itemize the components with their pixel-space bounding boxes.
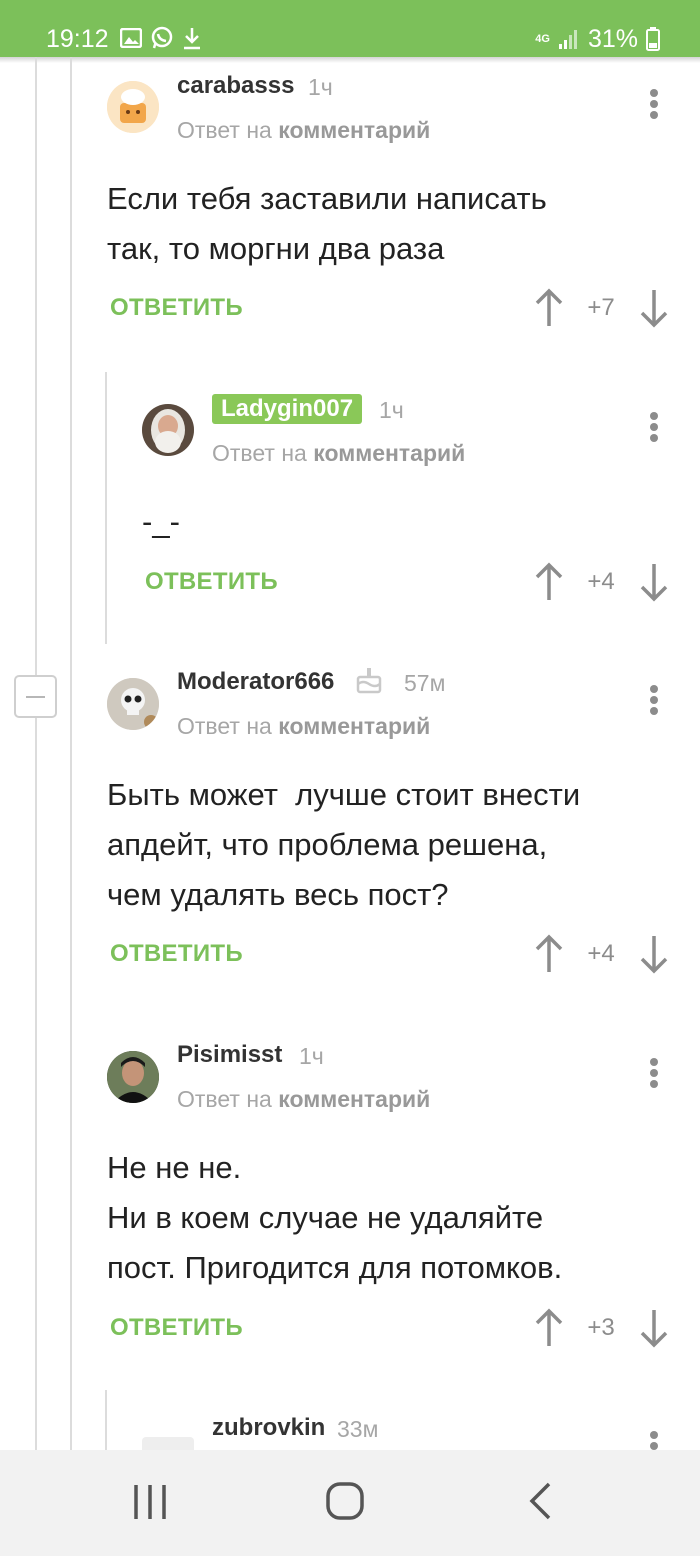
download-icon	[184, 28, 200, 50]
reply-prefix: Ответ на	[212, 440, 307, 466]
more-options-icon[interactable]	[644, 407, 664, 447]
comment-line: апдейт, что проблема решена,	[107, 827, 548, 862]
avatar[interactable]	[107, 81, 159, 133]
comment-time: 57м	[404, 670, 446, 696]
comment-text: Если тебя заставили написать так, то мор…	[107, 174, 547, 274]
reply-target-link[interactable]: комментарий	[278, 713, 430, 739]
reply-button[interactable]: ОТВЕТИТЬ	[145, 567, 278, 597]
avatar-image	[107, 678, 159, 730]
back-icon[interactable]	[516, 1480, 566, 1524]
battery-icon	[646, 27, 660, 51]
status-icons	[120, 26, 202, 50]
comment-line: пост. Пригодится для потомков.	[107, 1250, 563, 1285]
upvote-arrow-icon[interactable]	[534, 288, 564, 328]
reply-to-label: Ответ на комментарий	[177, 1084, 430, 1114]
more-options-icon[interactable]	[644, 1426, 664, 1450]
downvote-arrow-icon[interactable]	[639, 934, 669, 974]
thread-line-inner	[70, 57, 72, 1450]
comment-time: 33м	[337, 1416, 379, 1442]
comment-line: чем удалять весь пост?	[107, 877, 449, 912]
home-icon[interactable]	[320, 1480, 370, 1524]
avatar-image	[107, 1051, 159, 1103]
avatar-image	[107, 81, 159, 133]
status-bar: 19:12 4G 31%	[0, 0, 700, 57]
author-name[interactable]: carabasss	[177, 71, 294, 101]
comment-time: 1ч	[308, 74, 333, 100]
network-type: 4G	[535, 33, 550, 45]
reply-target-link[interactable]: комментарий	[278, 117, 430, 143]
thread-line-reply-2	[105, 1390, 107, 1450]
avatar[interactable]	[107, 678, 159, 730]
comment-time: 1ч	[379, 397, 404, 423]
downvote-arrow-icon[interactable]	[639, 1308, 669, 1348]
reply-prefix: Ответ на	[177, 1086, 272, 1112]
author-name[interactable]: Pisimisst	[177, 1040, 282, 1070]
comment-text: Не не не. Ни в коем случае не удаляйте п…	[107, 1143, 562, 1293]
thread-line-reply	[105, 372, 107, 644]
thread-line-outer-lower	[35, 718, 37, 1450]
collapse-thread-button[interactable]	[14, 675, 57, 718]
reply-to-label: Ответ на комментарий	[177, 115, 430, 145]
comment-score: +7	[587, 294, 615, 321]
more-options-icon[interactable]	[644, 1053, 664, 1093]
comment-line: Быть может лучше стоит внести	[107, 777, 581, 812]
status-bar-shadow	[0, 57, 700, 63]
avatar[interactable]	[107, 1051, 159, 1103]
gallery-icon	[120, 28, 142, 48]
comment-score: +3	[587, 1314, 615, 1341]
comment-line: Не не не.	[107, 1150, 242, 1185]
comment-score: +4	[587, 940, 615, 967]
upvote-arrow-icon[interactable]	[534, 1308, 564, 1348]
reply-button[interactable]: ОТВЕТИТЬ	[110, 939, 243, 969]
upvote-arrow-icon[interactable]	[534, 562, 564, 602]
comment-line: Ни в коем случае не удаляйте	[107, 1200, 544, 1235]
signal-icon	[558, 30, 577, 49]
upvote-arrow-icon[interactable]	[534, 934, 564, 974]
reply-to-label: Ответ на комментарий	[177, 711, 430, 741]
reply-target-link[interactable]: комментарий	[278, 1086, 430, 1112]
battery-percent: 31%	[587, 25, 638, 53]
comment-text: Быть может лучше стоит внести апдейт, чт…	[107, 770, 580, 920]
downvote-arrow-icon[interactable]	[639, 562, 669, 602]
reply-to-label: Ответ на комментарий	[212, 438, 465, 468]
cake-icon	[356, 668, 382, 694]
author-name[interactable]: Moderator666	[177, 667, 334, 697]
comment-score: +4	[587, 568, 615, 595]
comment-time: 1ч	[299, 1043, 324, 1069]
thread-line-outer	[35, 57, 37, 675]
comment-line: Если тебя заставили написать	[107, 181, 547, 216]
downvote-arrow-icon[interactable]	[639, 288, 669, 328]
avatar[interactable]	[142, 404, 194, 456]
reply-prefix: Ответ на	[177, 117, 272, 143]
author-name[interactable]: zubrovkin	[212, 1413, 325, 1443]
author-name[interactable]: Ladygin007	[212, 394, 363, 424]
system-navigation-bar	[0, 1450, 700, 1556]
reply-button[interactable]: ОТВЕТИТЬ	[110, 293, 243, 323]
more-options-icon[interactable]	[644, 680, 664, 720]
whatsapp-icon	[151, 26, 173, 49]
comment-text: -_-	[142, 497, 180, 547]
reply-prefix: Ответ на	[177, 713, 272, 739]
comment-line: -_-	[142, 504, 180, 539]
more-options-icon[interactable]	[644, 84, 664, 124]
recent-apps-icon[interactable]	[125, 1480, 175, 1524]
reply-button[interactable]: ОТВЕТИТЬ	[110, 1313, 243, 1343]
avatar-image	[142, 404, 194, 456]
status-right: 4G 31%	[535, 24, 660, 54]
comment-line: так, то моргни два раза	[107, 231, 445, 266]
status-time: 19:12	[46, 25, 109, 53]
reply-target-link[interactable]: комментарий	[313, 440, 465, 466]
